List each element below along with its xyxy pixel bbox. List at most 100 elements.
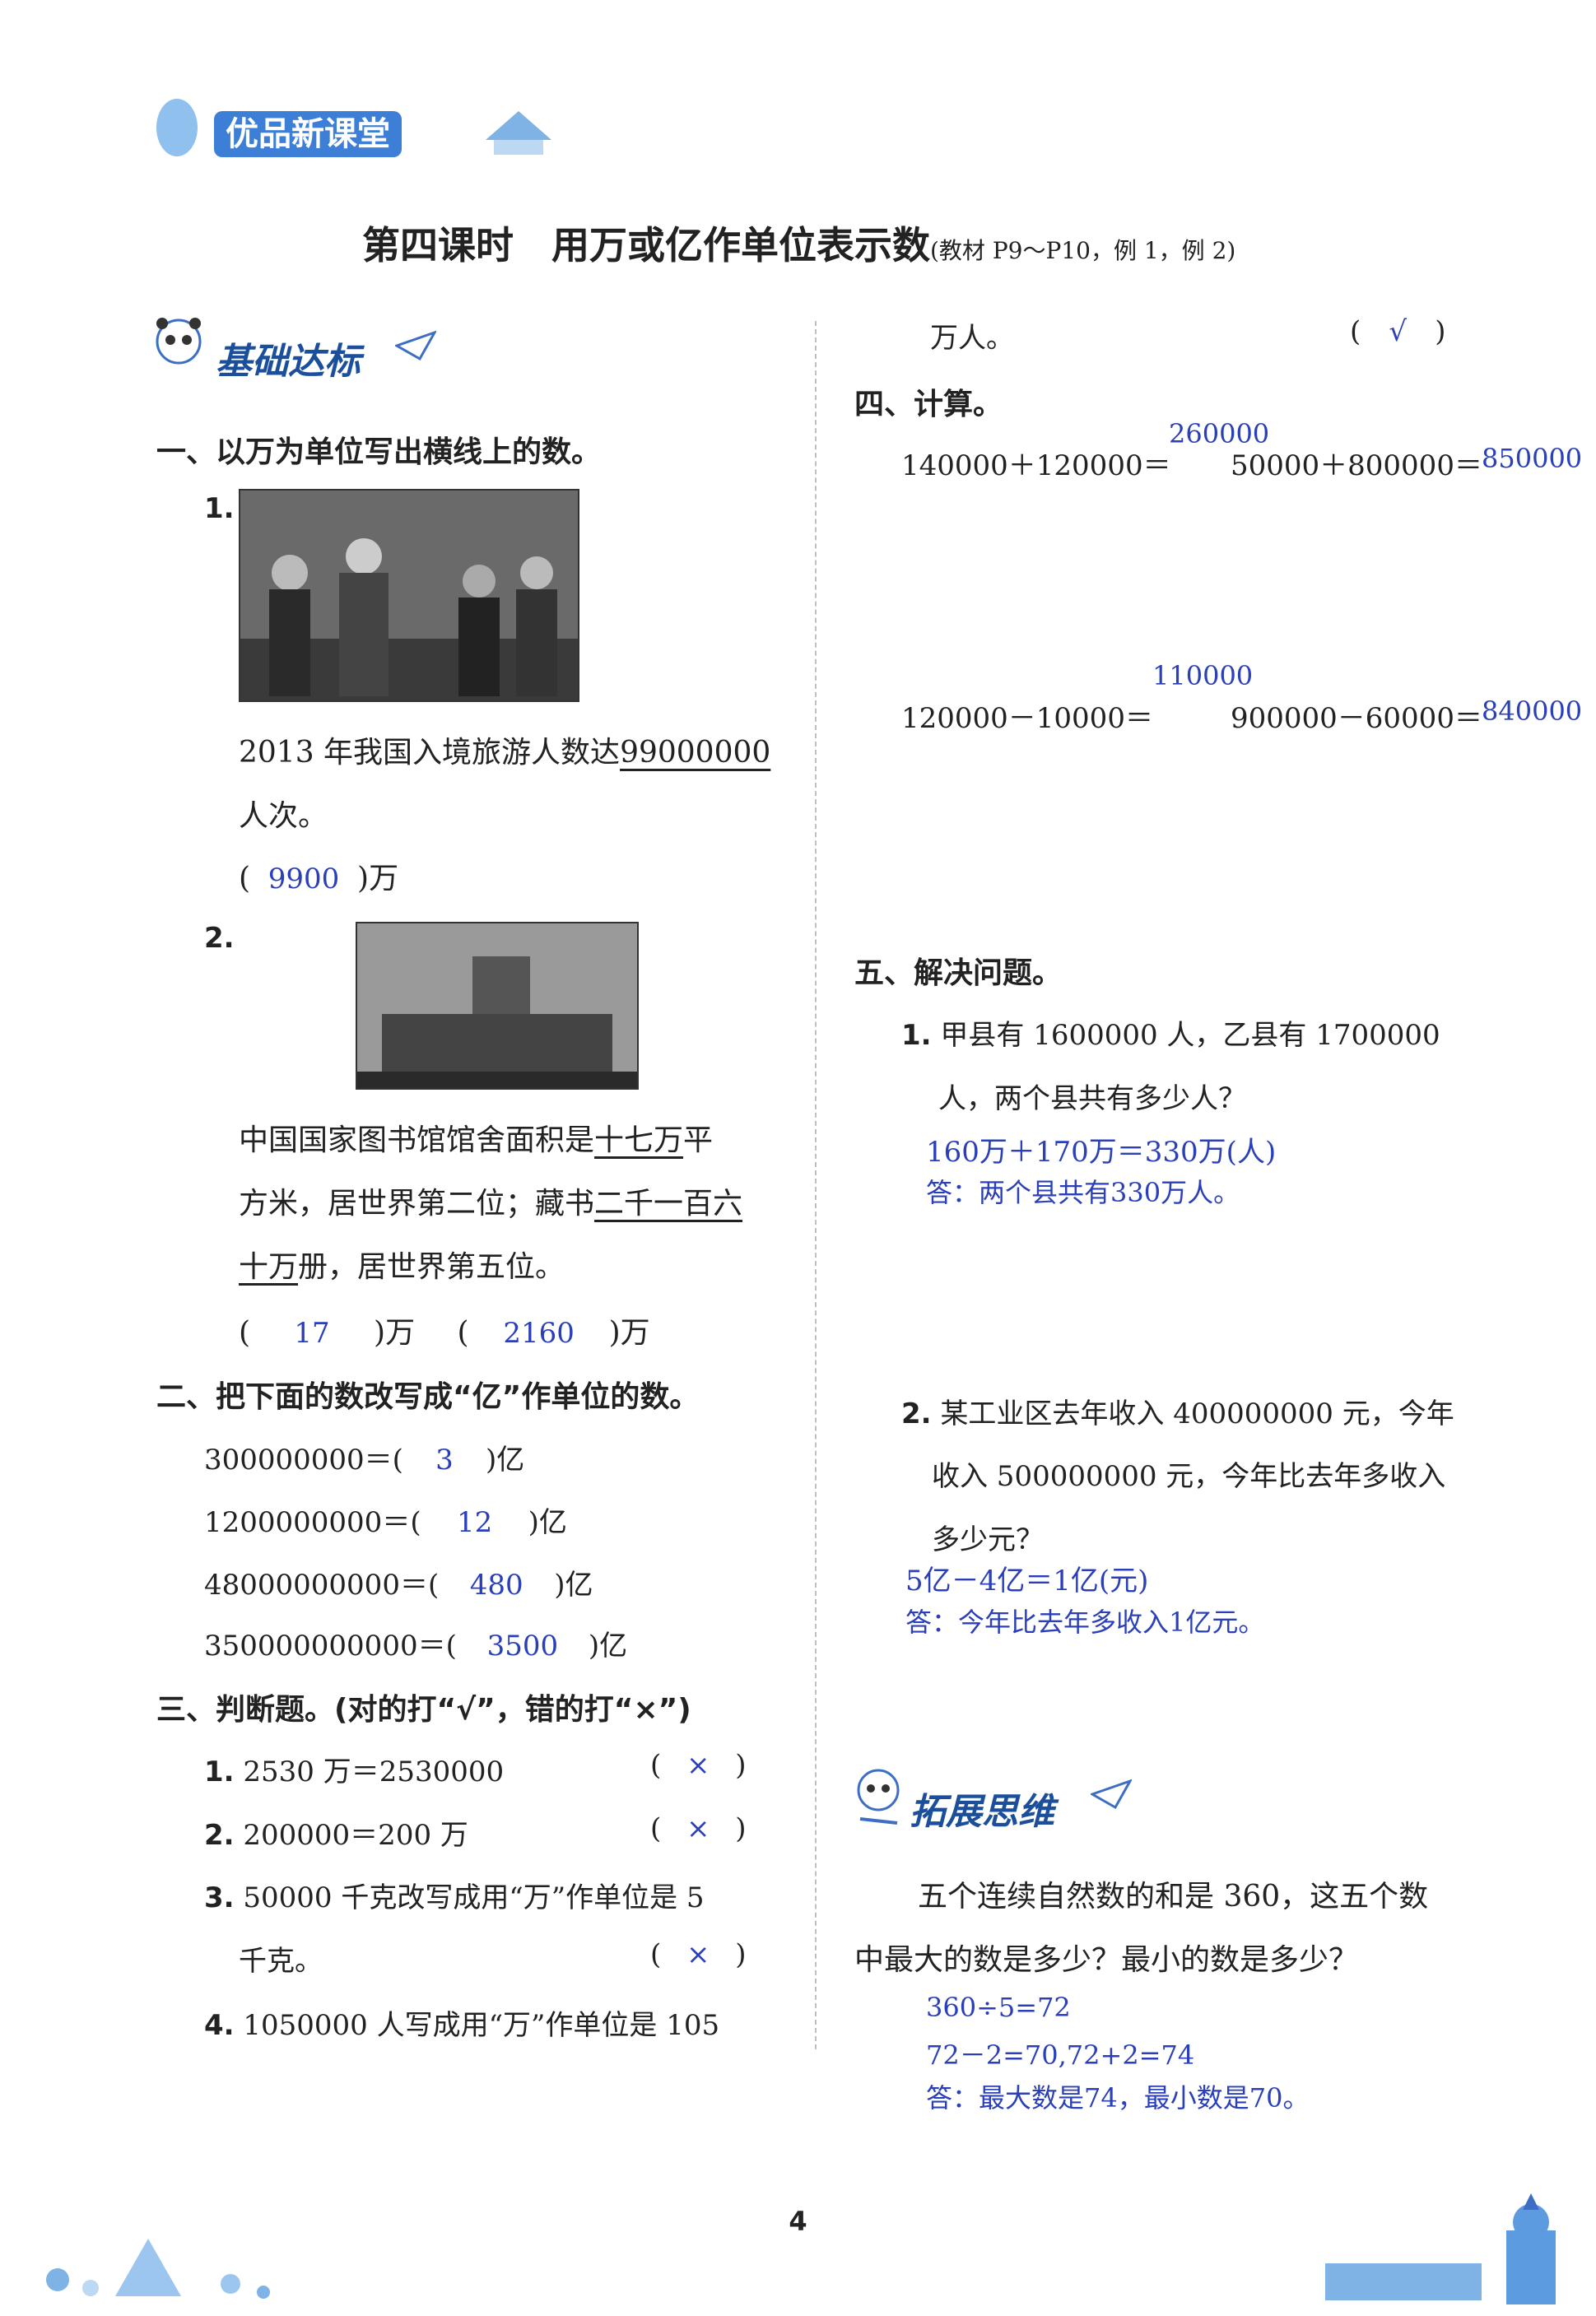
q2-row-3-expr: 48000000000＝( (204, 1569, 440, 1602)
q1-item1-number: 1. (204, 492, 235, 525)
q1-heading: 一、以万为单位写出横线上的数。 (156, 435, 602, 469)
q2-heading: 二、把下面的数改写成“亿”作单位的数。 (156, 1380, 700, 1414)
q4-expr-4: 900000－60000＝ (1231, 702, 1482, 735)
footer-right-castle-icon (1317, 2189, 1589, 2309)
q5-p1-work: 160万＋170万＝330万(人) (926, 1136, 1277, 1169)
q3-item-3-answer: × (686, 1938, 710, 1971)
q3-item-4-cont: 万人。 (930, 322, 1014, 355)
q1-item1-text: 2013 年我国入境旅游人数达99000000 (239, 728, 770, 771)
q1-item2-line1-underlined: 十七万 (594, 1123, 684, 1157)
q5-heading: 五、解决问题。 (854, 956, 1063, 990)
brand-label: 优品新课堂 (214, 111, 402, 157)
q2-row-3-unit: )亿 (554, 1569, 593, 1602)
q1-item2-answer1: 17 (294, 1317, 330, 1350)
q5-p1-line2: 人，两个县共有多少人？ (938, 1082, 1246, 1115)
q3-item-2-number: 2. (204, 1819, 235, 1852)
q5-p2-line3: 多少元？ (932, 1523, 1044, 1556)
lesson-title: 第四课时 用万或亿作单位表示数 (362, 223, 930, 267)
q3-item-2-answer: × (686, 1812, 710, 1845)
q1-item2-line1: 中国国家图书馆馆舍面积是十七万平 (239, 1116, 713, 1159)
q3-item-3-bracket: (×) (650, 1938, 747, 1971)
q3-item-4-text: 1050000 人写成用“万”作单位是 105 (243, 2009, 720, 2042)
q4-expr-2: 50000＋800000＝ (1231, 449, 1482, 482)
q4-expr-3: 120000－10000＝ (901, 702, 1153, 735)
extend-work1: 360÷5=72 (926, 1992, 1071, 2023)
q3-item-3: 3. 50000 千克改写成用“万”作单位是 5 (204, 1875, 705, 1915)
house-decoration-icon (477, 107, 560, 156)
q5-p2-answer: 答：今年比去年多收入1亿元。 (905, 1607, 1265, 1638)
q1-item2-line3-underlined: 十万 (239, 1250, 299, 1284)
q3-item-3-number: 3. (204, 1881, 235, 1914)
paper-plane-icon (393, 329, 438, 362)
tourists-photo (239, 489, 579, 702)
q3-item-3-text: 50000 千克改写成用“万”作单位是 5 (243, 1881, 705, 1914)
q3-item-1-answer: × (686, 1749, 710, 1782)
q3-item-4-bracket: (√) (1350, 315, 1446, 348)
library-photo (356, 922, 639, 1090)
q2-row-2-answer: 12 (456, 1506, 493, 1539)
q5-p2-line1-text: 某工业区去年收入 400000000 元，今年 (940, 1398, 1454, 1430)
lesson-ref: (教材 P9～P10，例 1，例 2) (930, 237, 1236, 264)
extend-answer: 答：最大数是74，最小数是70。 (926, 2082, 1310, 2114)
q3-item-4: 4. 1050000 人写成用“万”作单位是 105 (204, 2002, 719, 2043)
footer-left-decoration-icon (25, 2214, 296, 2304)
q1-item2-line1-b: 平 (683, 1123, 714, 1157)
q3-item-3-cont: 千克。 (239, 1945, 323, 1978)
q1-item1-underlined: 99000000 (620, 736, 771, 770)
q5-p2-number: 2. (901, 1398, 932, 1430)
q5-p2-work: 5亿－4亿＝1亿(元) (905, 1565, 1149, 1597)
q4-answer-3: 110000 (1152, 660, 1254, 691)
q5-p1-line1: 1. 甲县有 1600000 人，乙县有 1700000 (901, 1012, 1440, 1053)
paper-plane-icon-2 (1089, 1778, 1133, 1811)
q2-row-1: 300000000＝( 3 )亿 (204, 1437, 524, 1477)
q2-row-4-unit: )亿 (588, 1630, 628, 1663)
q1-item1-answer-row: (9900)万 (239, 862, 399, 895)
q2-row-3-answer: 480 (469, 1569, 523, 1602)
q4-heading: 四、计算。 (854, 388, 1003, 421)
panda-icon (152, 317, 206, 374)
q3-item-4-number: 4. (204, 2009, 235, 2042)
panda-skating-icon (852, 1765, 905, 1827)
section-extend-heading: 拓展思维 (910, 1791, 1054, 1833)
q1-item2-unit1: )万 (374, 1316, 416, 1350)
q4-answer-4: 840000 (1482, 695, 1583, 727)
q1-item1-unit: )万 (357, 862, 399, 895)
q1-item1-text-b: 人次。 (239, 799, 328, 833)
brand-balloon-icon (156, 99, 198, 156)
q1-item2-line2-a: 方米，居世界第二位；藏书 (239, 1187, 595, 1221)
column-divider (815, 321, 817, 2049)
q3-item-1-bracket: (×) (650, 1749, 747, 1782)
extend-work2: 72－2=70,72+2=74 (926, 2039, 1195, 2071)
extend-line2: 中最大的数是多少？最小的数是多少？ (854, 1943, 1359, 1977)
q5-p2-line2: 收入 500000000 元，今年比去年多收入 (932, 1460, 1446, 1493)
q3-item-4-answer: √ (1389, 315, 1408, 348)
q3-item-1: 1. 2530 万＝2530000 (204, 1749, 504, 1789)
q2-row-2-unit: )亿 (528, 1506, 567, 1539)
q1-item2-line3: 十万册，居世界第五位。 (239, 1243, 565, 1286)
q2-row-4-answer: 3500 (486, 1630, 559, 1663)
q1-item2-number: 2. (204, 922, 235, 955)
q3-item-1-number: 1. (204, 1756, 235, 1788)
q2-row-1-unit: )亿 (485, 1444, 525, 1477)
q2-row-1-expr: 300000000＝( (204, 1444, 403, 1477)
q2-row-3: 48000000000＝( 480 )亿 (204, 1562, 593, 1602)
q3-item-2: 2. 200000＝200 万 (204, 1812, 468, 1853)
lesson-title-row: 第四课时 用万或亿作单位表示数(教材 P9～P10，例 1，例 2) (362, 216, 1235, 270)
q1-item2-line3-b: 册，居世界第五位。 (298, 1250, 565, 1284)
q3-heading: 三、判断题。(对的打“√”，错的打“×”) (156, 1693, 691, 1727)
q1-item2-line2: 方米，居世界第二位；藏书二千一百六 (239, 1179, 742, 1222)
q2-row-2: 1200000000＝( 12 )亿 (204, 1500, 567, 1540)
q3-item-2-bracket: (×) (650, 1812, 747, 1845)
q5-p1-number: 1. (901, 1019, 932, 1052)
q1-item1-answer: 9900 (268, 863, 340, 895)
q2-row-1-answer: 3 (435, 1444, 454, 1477)
q1-item1-text-a: 2013 年我国入境旅游人数达 (239, 736, 621, 770)
q1-item2-answer2: 2160 (503, 1317, 575, 1350)
section-basic-heading: 基础达标 (216, 341, 361, 383)
q2-row-2-expr: 1200000000＝( (204, 1506, 421, 1539)
q1-item2-unit2: )万 (608, 1316, 650, 1350)
q3-item-2-text: 200000＝200 万 (243, 1819, 468, 1852)
q2-row-4-expr: 350000000000＝( (204, 1630, 457, 1663)
q1-item2-line2-underlined: 二千一百六 (594, 1187, 743, 1221)
q2-row-4: 350000000000＝( 3500 )亿 (204, 1623, 627, 1663)
